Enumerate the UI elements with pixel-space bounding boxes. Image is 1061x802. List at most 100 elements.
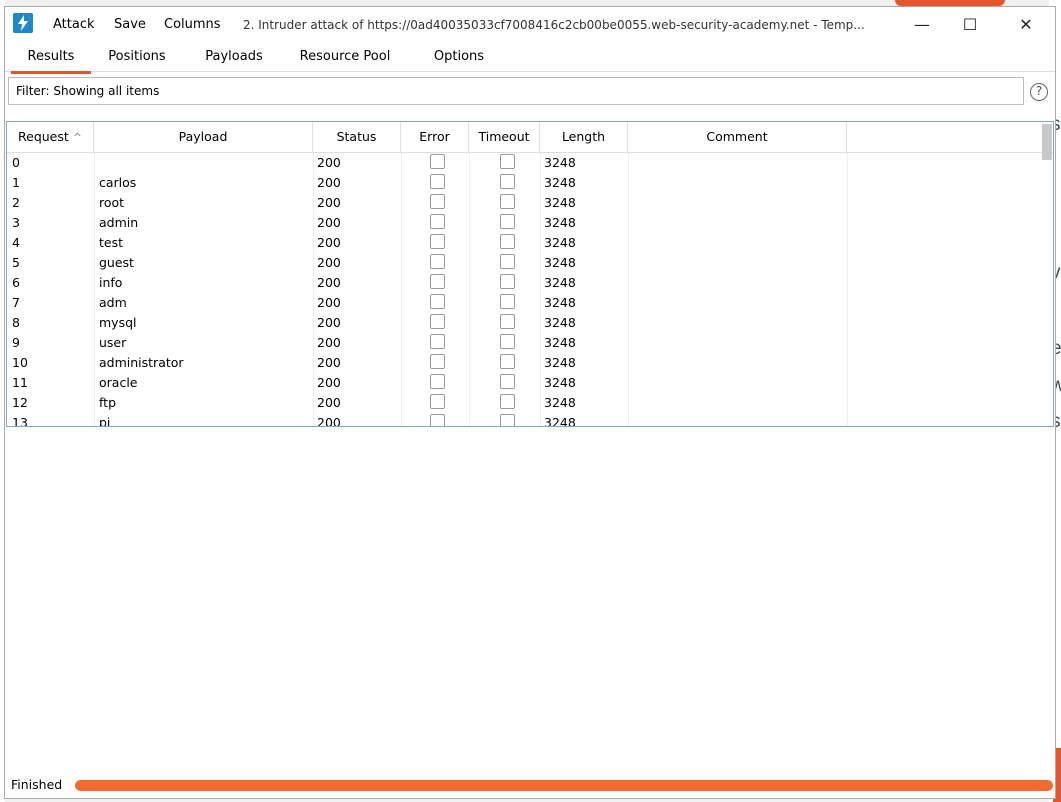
column-header-payload[interactable]: Payload [94,122,313,152]
cell-payload: user [99,335,127,350]
cell-request: 13 [12,415,28,427]
cell-request: 9 [12,335,20,350]
table-row[interactable]: 0 200 3248 [7,153,1053,173]
tab-options[interactable]: Options [426,49,492,71]
cell-length: 3248 [544,175,576,190]
table-row[interactable]: 4 test 200 3248 [7,233,1053,253]
column-header-status[interactable]: Status [313,122,401,152]
menu-columns[interactable]: Columns [164,17,221,32]
tab-results[interactable]: Results [11,49,91,74]
menu-save[interactable]: Save [114,17,146,32]
cell-status: 200 [317,375,341,390]
cell-status: 200 [317,335,341,350]
cell-request: 12 [12,395,28,410]
error-checkbox[interactable] [430,314,445,329]
column-header-comment[interactable]: Comment [628,122,847,152]
error-checkbox[interactable] [430,254,445,269]
cell-status: 200 [317,315,341,330]
column-header-request[interactable]: Request ^ [7,122,94,152]
timeout-checkbox[interactable] [500,194,515,209]
error-checkbox[interactable] [430,354,445,369]
tab-positions[interactable]: Positions [101,49,173,71]
error-checkbox[interactable] [430,214,445,229]
filter-bar[interactable]: Filter: Showing all items [8,77,1024,105]
error-checkbox[interactable] [430,394,445,409]
timeout-checkbox[interactable] [500,334,515,349]
error-checkbox[interactable] [430,334,445,349]
cell-payload: guest [99,255,134,270]
tab-payloads[interactable]: Payloads [199,49,269,71]
cell-request: 11 [12,375,28,390]
error-checkbox[interactable] [430,374,445,389]
intruder-attack-window: Attack Save Columns 2. Intruder attack o… [4,6,1056,799]
cell-status: 200 [317,215,341,230]
table-row[interactable]: 13 pi 200 3248 [7,413,1053,427]
cell-length: 3248 [544,395,576,410]
table-row[interactable]: 9 user 200 3248 [7,333,1053,353]
table-row[interactable]: 7 adm 200 3248 [7,293,1053,313]
error-checkbox[interactable] [430,154,445,169]
table-row[interactable]: 5 guest 200 3248 [7,253,1053,273]
timeout-checkbox[interactable] [500,274,515,289]
table-row[interactable]: 6 info 200 3248 [7,273,1053,293]
tab-resource-pool[interactable]: Resource Pool [295,49,395,71]
cell-length: 3248 [544,295,576,310]
table-scrollbar[interactable] [1042,124,1052,160]
cell-payload: root [99,195,125,210]
table-row[interactable]: 12 ftp 200 3248 [7,393,1053,413]
timeout-checkbox[interactable] [500,294,515,309]
timeout-checkbox[interactable] [500,414,515,426]
error-checkbox[interactable] [430,294,445,309]
timeout-checkbox[interactable] [500,234,515,249]
table-row[interactable]: 10 administrator 200 3248 [7,353,1053,373]
cell-payload: oracle [99,375,138,390]
timeout-checkbox[interactable] [500,314,515,329]
window-title: 2. Intruder attack of https://0ad4003503… [243,18,865,32]
cell-payload: administrator [99,355,184,370]
timeout-checkbox[interactable] [500,154,515,169]
table-row[interactable]: 3 admin 200 3248 [7,213,1053,233]
timeout-checkbox[interactable] [500,214,515,229]
title-bar[interactable]: Attack Save Columns 2. Intruder attack o… [5,7,1055,43]
cell-status: 200 [317,155,341,170]
timeout-checkbox[interactable] [500,394,515,409]
minimize-button[interactable]: — [897,7,947,43]
cell-length: 3248 [544,215,576,230]
cell-status: 200 [317,175,341,190]
status-text: Finished [11,777,63,792]
cell-payload: mysql [99,315,137,330]
error-checkbox[interactable] [430,174,445,189]
error-checkbox[interactable] [430,414,445,426]
cell-length: 3248 [544,155,576,170]
cell-status: 200 [317,255,341,270]
table-row[interactable]: 8 mysql 200 3248 [7,313,1053,333]
close-button[interactable]: ✕ [1001,7,1051,43]
error-checkbox[interactable] [430,274,445,289]
cell-payload: ftp [99,395,117,410]
timeout-checkbox[interactable] [500,174,515,189]
cell-status: 200 [317,355,341,370]
progress-fill [75,780,1053,791]
cell-length: 3248 [544,255,576,270]
cell-request: 10 [12,355,28,370]
cell-length: 3248 [544,415,576,427]
menu-attack[interactable]: Attack [53,17,95,32]
cell-status: 200 [317,275,341,290]
cell-status: 200 [317,235,341,250]
timeout-checkbox[interactable] [500,254,515,269]
cell-request: 8 [12,315,20,330]
table-row[interactable]: 2 root 200 3248 [7,193,1053,213]
error-checkbox[interactable] [430,234,445,249]
column-header-error[interactable]: Error [401,122,469,152]
cell-request: 4 [12,235,20,250]
error-checkbox[interactable] [430,194,445,209]
maximize-button[interactable]: ☐ [945,7,995,43]
table-row[interactable]: 1 carlos 200 3248 [7,173,1053,193]
help-icon[interactable]: ? [1030,83,1048,101]
cell-length: 3248 [544,235,576,250]
timeout-checkbox[interactable] [500,354,515,369]
column-header-length[interactable]: Length [540,122,628,152]
timeout-checkbox[interactable] [500,374,515,389]
table-row[interactable]: 11 oracle 200 3248 [7,373,1053,393]
column-header-timeout[interactable]: Timeout [469,122,540,152]
